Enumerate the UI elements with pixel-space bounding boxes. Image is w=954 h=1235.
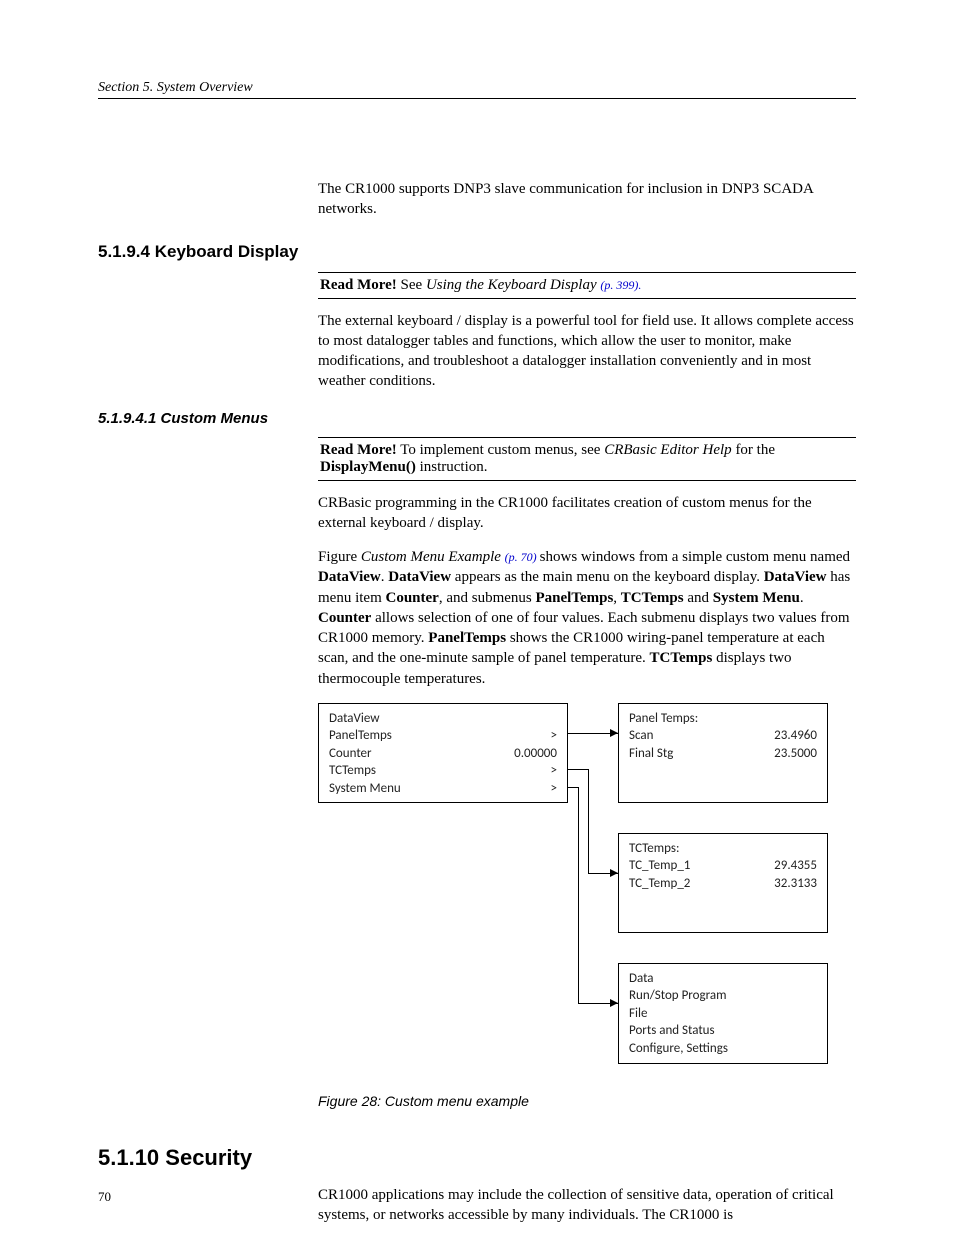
text: appears as the main menu on the keyboard… xyxy=(451,569,764,585)
menu-label: TCTemps xyxy=(329,762,376,780)
connector-line xyxy=(588,769,589,873)
menu-row: PanelTemps > xyxy=(329,727,557,745)
sys-line: Data xyxy=(629,970,817,988)
heading-5-1-9-4: 5.1.9.4 Keyboard Display xyxy=(98,242,856,262)
sys-line: Ports and Status xyxy=(629,1022,817,1040)
bold: TCTemps xyxy=(621,590,684,606)
bold: DataView xyxy=(388,569,451,585)
bold: PanelTemps xyxy=(428,630,506,646)
connector-line xyxy=(568,769,588,770)
menu-row: System Menu > xyxy=(329,780,557,798)
bold: DataView xyxy=(318,569,381,585)
text: , and submenus xyxy=(439,590,536,606)
data-label: Scan xyxy=(629,727,653,745)
menu-label: Counter xyxy=(329,745,372,763)
bold: Counter xyxy=(318,610,371,626)
figure-ref: Custom Menu Example xyxy=(361,549,505,565)
sys-line: Configure, Settings xyxy=(629,1040,817,1058)
sys-line: File xyxy=(629,1005,817,1023)
menu-value: > xyxy=(551,762,557,780)
bold: Counter xyxy=(386,590,439,606)
read-more-callout-2: Read More! To implement custom menus, se… xyxy=(318,437,856,481)
read-more-callout-1: Read More! See Using the Keyboard Displa… xyxy=(318,272,856,299)
bold: TCTemps xyxy=(650,650,713,666)
menu-value: > xyxy=(551,780,557,798)
bold: PanelTemps xyxy=(536,590,614,606)
panel-tctemps: TCTemps: TC_Temp_1 29.4355 TC_Temp_2 32.31… xyxy=(618,833,828,933)
sys-line: Run/Stop Program xyxy=(629,987,817,1005)
running-header: Section 5. System Overview xyxy=(98,80,856,99)
callout-link-title: Using the Keyboard Display xyxy=(426,277,600,293)
panel-title: Panel Temps: xyxy=(629,710,817,728)
bold: DataView xyxy=(764,569,827,585)
menu-row: Counter 0.00000 xyxy=(329,745,557,763)
data-row: TC_Temp_2 32.3133 xyxy=(629,875,817,893)
figure-28-diagram: DataView PanelTemps > Counter 0.00000 TCTe… xyxy=(318,703,828,1083)
figure-caption: Figure 28: Custom menu example xyxy=(318,1093,856,1109)
data-label: Final Stg xyxy=(629,745,673,763)
read-more-label: Read More! xyxy=(320,277,397,293)
data-label: TC_Temp_2 xyxy=(629,875,690,893)
menu-row: TCTemps > xyxy=(329,762,557,780)
arrowhead-icon xyxy=(610,999,618,1007)
data-value: 23.4960 xyxy=(774,727,817,745)
page-ref-link[interactable]: (p. 399). xyxy=(600,278,641,292)
displaymenu-instr: DisplayMenu() xyxy=(320,459,416,475)
connector-line xyxy=(578,787,579,1003)
callout-text: instruction. xyxy=(416,459,488,475)
panel-paneltemps: Panel Temps: Scan 23.4960 Final Stg 23.500… xyxy=(618,703,828,803)
text: , xyxy=(613,590,621,606)
panel-title: TCTemps: xyxy=(629,840,817,858)
custom-menus-para-2: Figure Custom Menu Example (p. 70) shows… xyxy=(318,547,856,689)
callout-text: See xyxy=(397,277,426,293)
arrowhead-icon xyxy=(610,729,618,737)
menu-value: > xyxy=(551,727,557,745)
page-number: 70 xyxy=(98,1189,111,1205)
crbasic-editor-help: CRBasic Editor Help xyxy=(604,442,732,458)
bold: System Menu xyxy=(713,590,800,606)
panel-title: DataView xyxy=(329,710,557,728)
custom-menus-para-1: CRBasic programming in the CR1000 facili… xyxy=(318,493,856,534)
text: shows windows from a simple custom menu … xyxy=(540,549,850,565)
panel-system-menu: Data Run/Stop Program File Ports and Sta… xyxy=(618,963,828,1065)
heading-5-1-10: 5.1.10 Security xyxy=(98,1145,856,1171)
menu-label: System Menu xyxy=(329,780,401,798)
text: . xyxy=(800,590,804,606)
data-value: 29.4355 xyxy=(774,857,817,875)
keyboard-display-paragraph: The external keyboard / display is a pow… xyxy=(318,311,856,392)
callout-text: To implement custom menus, see xyxy=(397,442,604,458)
data-row: Scan 23.4960 xyxy=(629,727,817,745)
data-value: 23.5000 xyxy=(774,745,817,763)
text: Figure xyxy=(318,549,361,565)
heading-5-1-9-4-1: 5.1.9.4.1 Custom Menus xyxy=(98,410,856,427)
menu-label: PanelTemps xyxy=(329,727,392,745)
connector-line xyxy=(568,787,578,788)
data-row: TC_Temp_1 29.4355 xyxy=(629,857,817,875)
arrowhead-icon xyxy=(610,869,618,877)
menu-value: 0.00000 xyxy=(514,745,557,763)
panel-main-menu: DataView PanelTemps > Counter 0.00000 TCTe… xyxy=(318,703,568,803)
intro-paragraph: The CR1000 supports DNP3 slave communica… xyxy=(318,179,856,220)
page-ref-link[interactable]: (p. 70) xyxy=(505,550,540,564)
data-row: Final Stg 23.5000 xyxy=(629,745,817,763)
text: and xyxy=(684,590,713,606)
data-value: 32.3133 xyxy=(774,875,817,893)
callout-text: for the xyxy=(732,442,775,458)
security-paragraph: CR1000 applications may include the coll… xyxy=(318,1185,856,1226)
read-more-label: Read More! xyxy=(320,442,397,458)
data-label: TC_Temp_1 xyxy=(629,857,690,875)
